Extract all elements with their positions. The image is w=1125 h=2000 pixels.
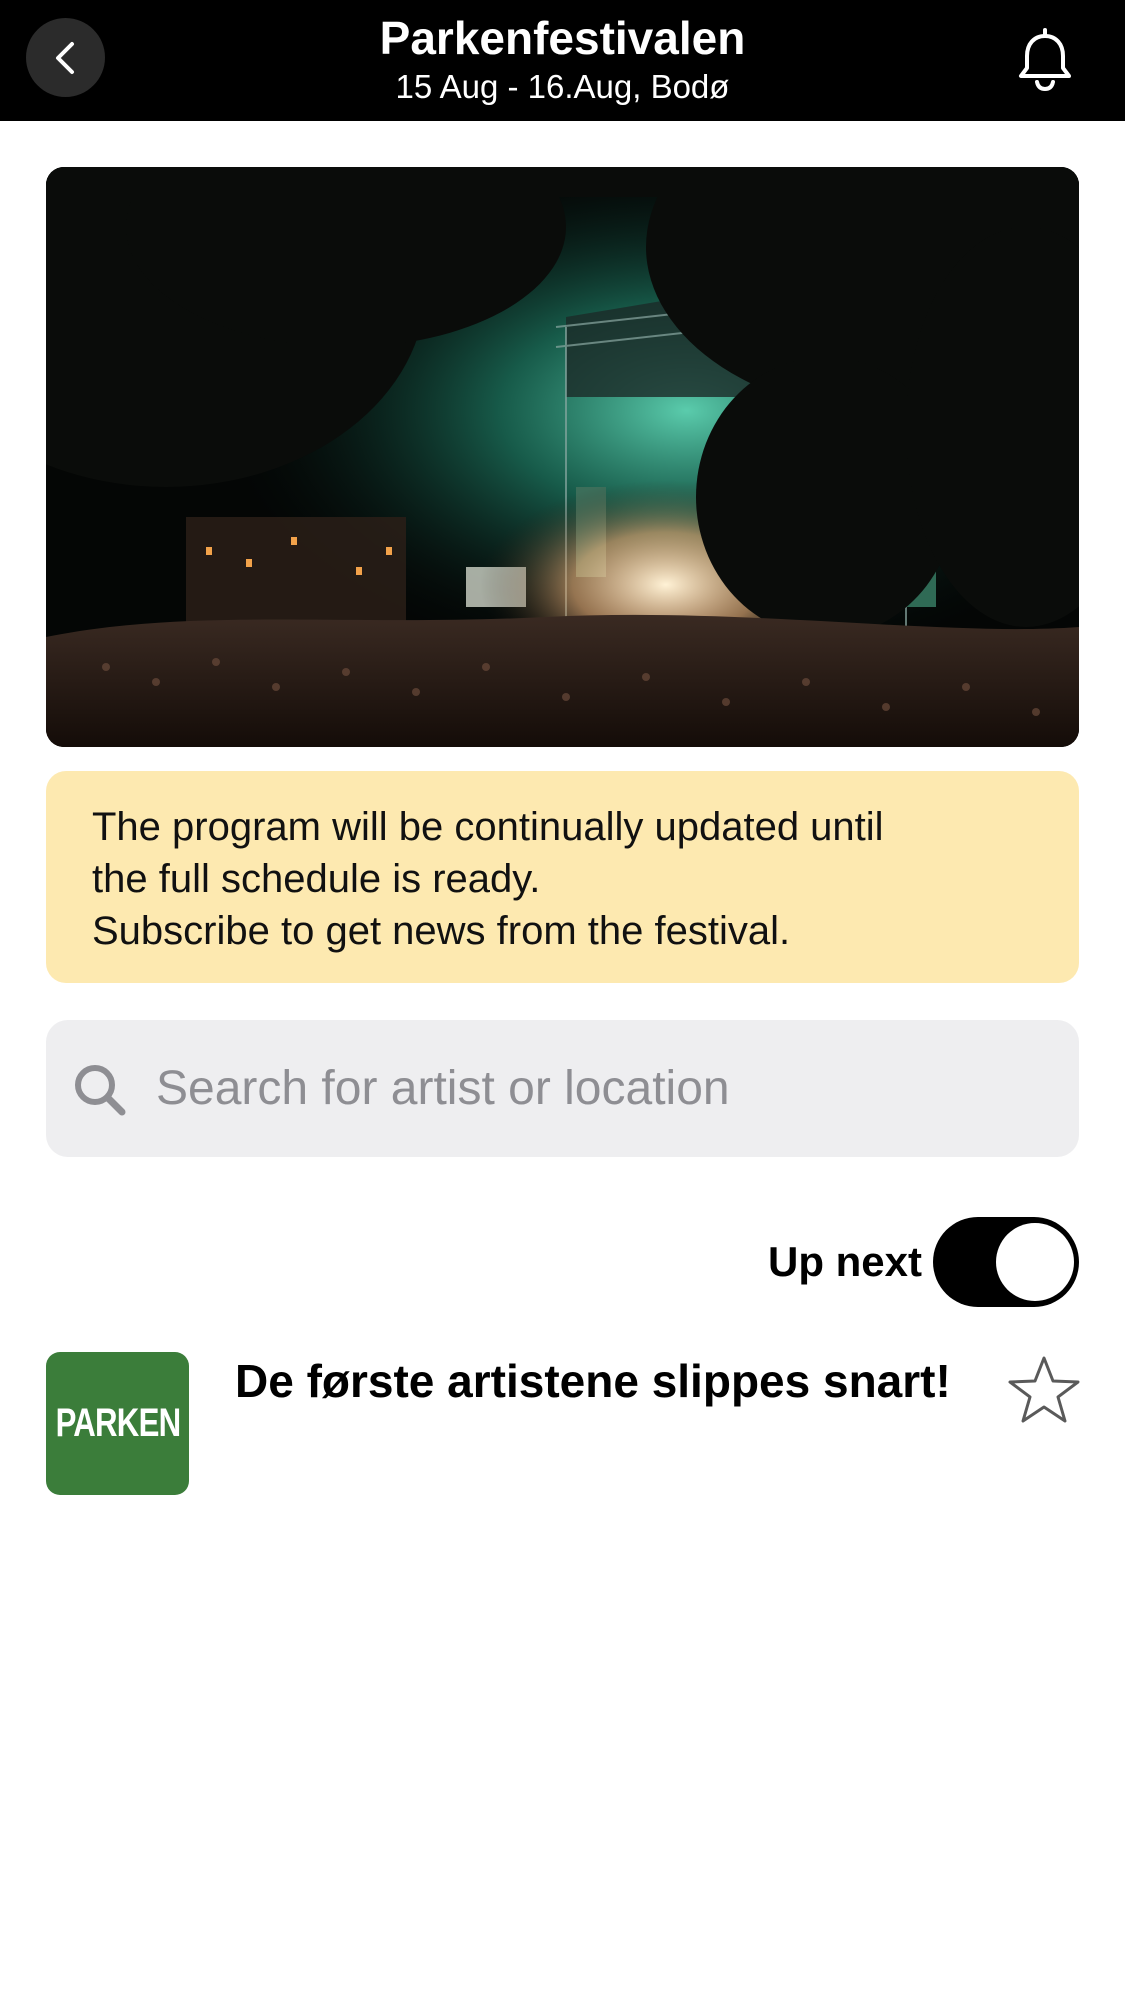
notice-line-2: the full schedule is ready. [92, 857, 541, 901]
parken-logo: PARKEN [46, 1352, 189, 1495]
up-next-label: Up next [767, 1238, 922, 1285]
notice-line-3: Subscribe to get news from the festival. [92, 909, 791, 953]
program-notice-banner: The program will be continually updated … [46, 771, 1079, 983]
festival-hero-image [46, 167, 1079, 747]
list-item-title[interactable]: De første artistene slippes snart! [235, 1352, 1005, 1410]
notifications-button[interactable] [1010, 22, 1080, 98]
notice-line-1: The program will be continually updated … [92, 805, 884, 849]
search-icon [75, 1065, 126, 1116]
festival-dates-location: 15 Aug - 16.Aug, Bodø [395, 68, 730, 105]
up-next-toggle[interactable] [933, 1217, 1079, 1307]
favorite-button[interactable] [1006, 1352, 1082, 1428]
logo-text: PARKEN [55, 1401, 181, 1445]
search-input[interactable] [156, 1042, 1056, 1134]
star-outline-icon [1008, 1356, 1080, 1423]
toggle-knob [996, 1223, 1074, 1301]
bell-icon [1019, 28, 1071, 92]
page-title: Parkenfestivalen [379, 12, 746, 64]
app-header: Parkenfestivalen 15 Aug - 16.Aug, Bodø [0, 0, 1125, 121]
search-bar[interactable] [46, 1020, 1079, 1157]
